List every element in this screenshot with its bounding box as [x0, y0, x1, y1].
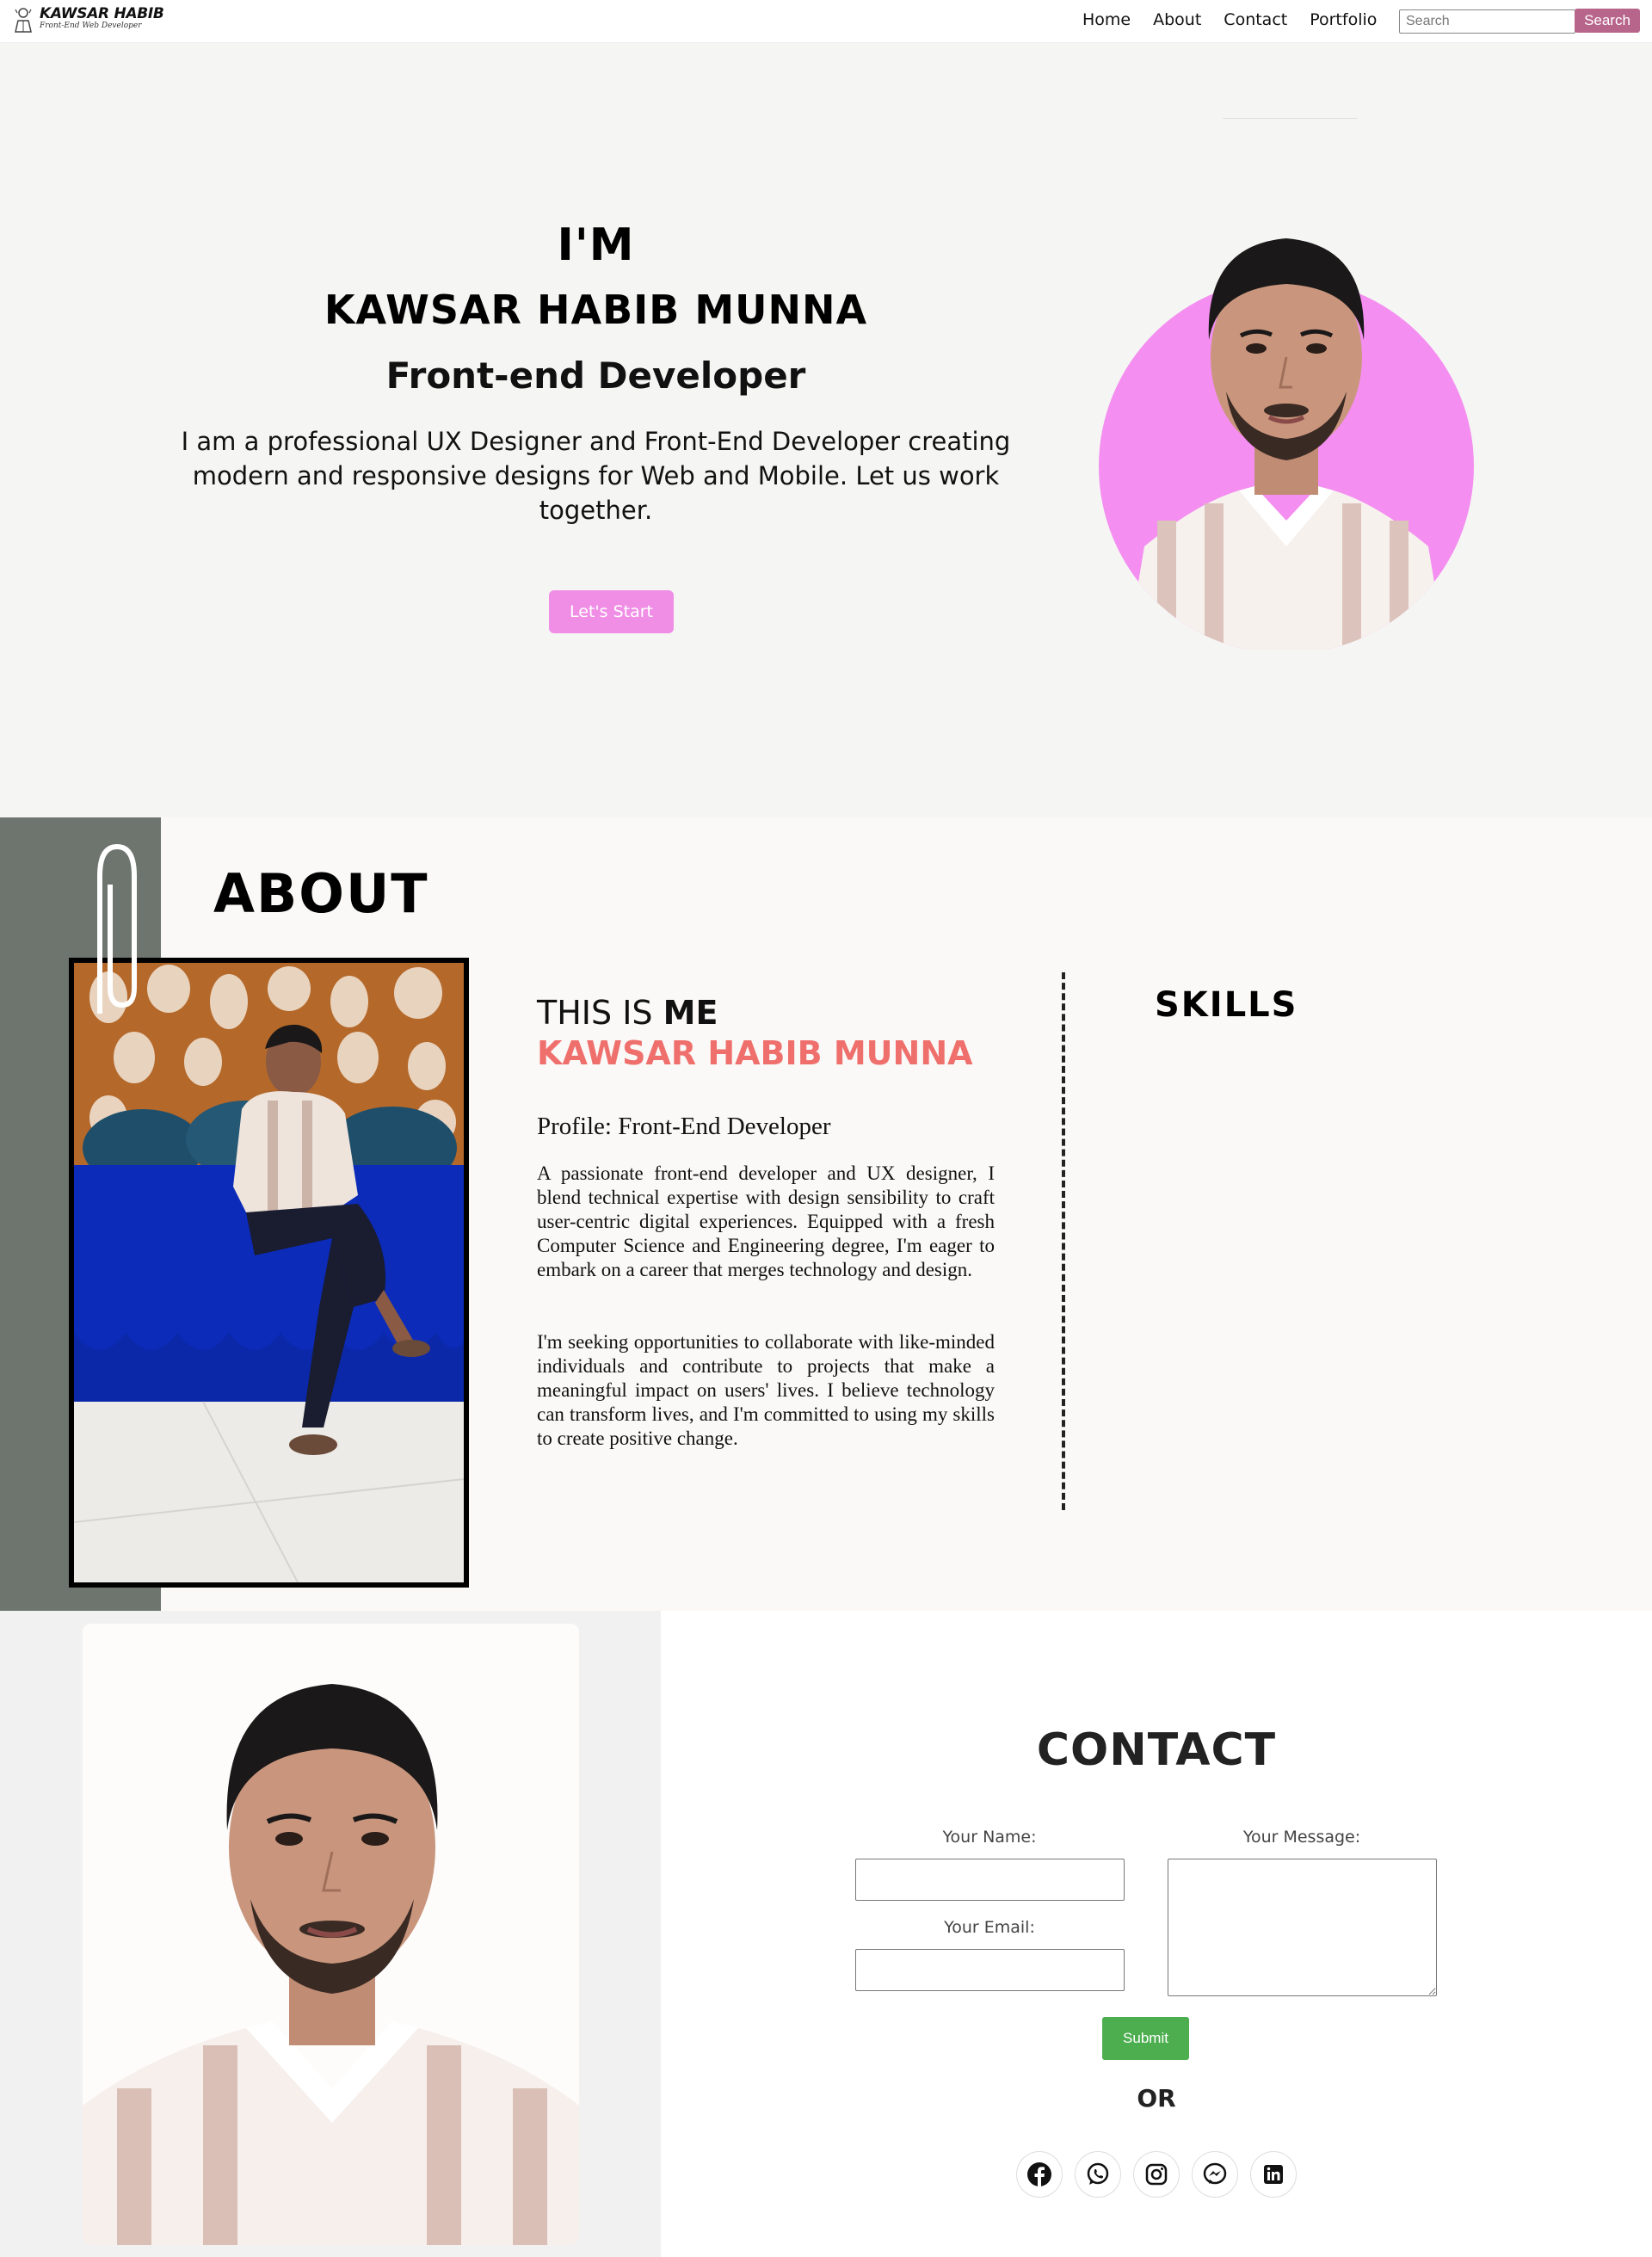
- brand-name: KAWSAR HABIB: [40, 5, 164, 22]
- profile-line: Profile: Front-End Developer: [537, 1113, 831, 1140]
- about-paragraph-2: I'm seeking opportunities to collaborate…: [537, 1331, 995, 1449]
- hero-divider: [1223, 118, 1358, 119]
- nav-link-contact[interactable]: Contact: [1224, 10, 1287, 29]
- contact-portrait-image: [83, 1624, 579, 2245]
- brand-tagline: Front-End Web Developer: [40, 22, 142, 30]
- messenger-link[interactable]: [1192, 2151, 1238, 2198]
- messenger-icon: [1203, 2162, 1227, 2185]
- whatsapp-link[interactable]: [1075, 2151, 1121, 2198]
- about-divider: [1062, 972, 1065, 1510]
- about-name: KAWSAR HABIB MUNNA: [537, 1034, 973, 1072]
- facebook-link[interactable]: [1016, 2151, 1063, 2198]
- or-divider-text: OR: [1137, 2084, 1176, 2112]
- facebook-icon: [1027, 2162, 1051, 2187]
- message-field[interactable]: [1168, 1859, 1437, 1996]
- about-title: ABOUT: [213, 862, 429, 925]
- message-label: Your Message:: [1242, 1828, 1361, 1847]
- search-button[interactable]: Search: [1575, 9, 1640, 33]
- lets-start-button[interactable]: Let's Start: [549, 590, 674, 633]
- contact-title: CONTACT: [1036, 1724, 1277, 1776]
- hero-role: Front-end Developer: [385, 355, 806, 397]
- this-is-me-heading: THIS IS ME: [537, 994, 718, 1032]
- instagram-link[interactable]: [1133, 2151, 1180, 2198]
- hero-portrait-image: [1099, 238, 1474, 650]
- brand-logo-icon: [15, 8, 32, 33]
- nav-links: Home About Contact Portfolio: [1082, 10, 1377, 29]
- instagram-icon: [1145, 2163, 1168, 2186]
- hero-description: I am a professional UX Designer and Fron…: [181, 427, 1011, 525]
- hero-name: KAWSAR HABIB MUNNA: [324, 287, 868, 333]
- this-is-text: THIS IS: [537, 994, 653, 1032]
- linkedin-link[interactable]: [1250, 2151, 1297, 2198]
- whatsapp-icon: [1087, 2162, 1109, 2185]
- me-text: ME: [663, 994, 718, 1032]
- linkedin-icon: [1264, 2165, 1283, 2184]
- navbar: KAWSAR HABIB Front-End Web Developer Hom…: [0, 0, 1652, 43]
- about-paragraph-1: A passionate front-end developer and UX …: [537, 1162, 995, 1280]
- email-label: Your Email:: [944, 1918, 1035, 1937]
- social-links: [1016, 2151, 1297, 2198]
- email-field[interactable]: [855, 1949, 1125, 1991]
- name-field[interactable]: [855, 1859, 1125, 1901]
- nav-link-about[interactable]: About: [1153, 10, 1201, 29]
- skills-title: SKILLS: [1155, 985, 1298, 1025]
- nav-link-portfolio[interactable]: Portfolio: [1310, 10, 1377, 29]
- about-section: ABOUT THIS IS ME KAWSAR HABIB MUNNA Prof…: [0, 817, 1652, 1622]
- search-input[interactable]: [1399, 9, 1575, 34]
- contact-section: CONTACT Your Name: Your Email: Your Mess…: [0, 1611, 1652, 2257]
- brand[interactable]: KAWSAR HABIB Front-End Web Developer: [12, 6, 164, 34]
- submit-button[interactable]: Submit: [1102, 2017, 1189, 2060]
- about-photo-image: [69, 958, 469, 1588]
- name-label: Your Name:: [942, 1828, 1037, 1847]
- hero-section: I'M KAWSAR HABIB MUNNA Front-end Develop…: [0, 43, 1652, 817]
- paperclip-icon: [97, 843, 137, 1014]
- nav-link-home[interactable]: Home: [1082, 10, 1131, 29]
- hero-greeting: I'M: [557, 219, 635, 271]
